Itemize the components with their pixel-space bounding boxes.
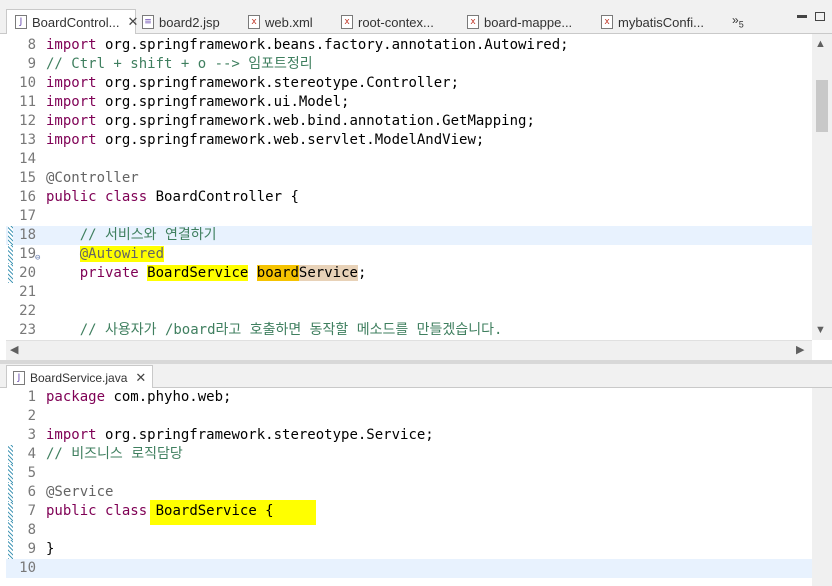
scroll-down-icon[interactable]: ▼ [815,324,826,336]
code-line: 5 [6,464,812,483]
tab-boardcontroller[interactable]: J BoardControl... ✕ [6,9,138,34]
tab-label: board-mappe... [484,14,573,30]
code-line: 8 [6,521,812,540]
tab-root-context[interactable]: x root-contex... [341,10,434,34]
code-line: 23 // 사용자가 /board라고 호출하면 동작할 메소드를 만들겠습니다… [19,322,503,338]
tab-label: BoardControl... [32,14,120,30]
code-line: 4// 비즈니스 로직담당 [6,445,812,464]
horizontal-scrollbar[interactable]: ◀ ▶ [6,340,812,360]
tab-label: BoardService.java [30,370,128,385]
xml-file-icon: x [601,15,613,29]
current-line: 10 [6,559,812,578]
xml-file-icon: x [248,15,260,29]
code-line: 10 import org.springframework.stereotype.… [19,75,460,91]
code-line: 3 import org.springframework.stereotype.S… [27,427,434,443]
code-line: 1 package com.phyho.web; [27,389,232,405]
current-line: 18 // 서비스와 연결하기 [6,226,812,245]
scroll-right-icon[interactable]: ▶ [796,343,804,356]
tab-label: board2.jsp [159,14,220,30]
maximize-icon[interactable] [815,12,825,21]
boardservice-editor[interactable]: 1 package com.phyho.web; 2 3 import org.sp… [6,388,812,586]
code-line: 15 @Controller [19,170,139,186]
code-line: 21 [19,284,36,300]
code-line: 14 [19,151,36,167]
tab-overflow-button[interactable]: »5 [732,13,744,29]
code-line: 19 ⊖ @Autowired [6,245,812,264]
xml-file-icon: x [467,15,479,29]
bottom-editor-tab-bar: J BoardService.java ✕ [0,364,832,389]
code-line: 22 [19,303,36,319]
code-line: 17 [19,208,36,224]
code-line: 8 import org.springframework.beans.factor… [27,37,569,53]
scroll-up-icon[interactable]: ▲ [815,38,826,50]
tab-web-xml[interactable]: x web.xml [248,10,313,34]
java-file-icon: J [13,370,25,385]
scroll-thumb[interactable] [816,80,828,132]
xml-file-icon: x [341,15,353,29]
code-line: 20 private BoardService boardService; [6,264,812,283]
overflow-count: 5 [738,19,744,30]
code-line: 12 import org.springframework.web.bind.an… [19,113,535,129]
minimize-icon[interactable] [797,15,807,18]
tab-board-mapper[interactable]: x board-mappe... [467,10,572,34]
java-file-icon: J [15,15,27,29]
code-line: 9// Ctrl + shift + o --> 임포트정리 [27,56,313,72]
jsp-file-icon: ≡ [142,15,154,29]
tab-mybatis-config[interactable]: x mybatisConfi... [601,10,704,34]
scroll-left-icon[interactable]: ◀ [10,343,18,356]
code-line: 9} [6,540,812,559]
close-icon[interactable]: ✕ [127,14,138,30]
double-chevron-icon: » [732,13,739,27]
code-line: 7 public class BoardService { [6,500,812,525]
tab-label: web.xml [265,14,313,30]
editor-tab-bar: J BoardControl... ✕ ≡ board2.jsp x web.x… [0,0,832,34]
vertical-scrollbar[interactable]: ▲ ▼ [812,34,832,340]
code-line: 2 [27,408,36,424]
boardcontroller-editor[interactable]: 8 import org.springframework.beans.factor… [6,34,812,340]
tab-board2-jsp[interactable]: ≡ board2.jsp [142,10,220,34]
tab-label: mybatisConfi... [618,14,704,30]
code-line: 16 public class BoardController { [19,189,299,205]
code-line: 6 @Service [6,483,812,502]
tab-label: root-contex... [358,14,434,30]
code-line: 13 import org.springframework.web.servlet… [19,132,485,148]
vertical-scrollbar-bottom[interactable] [812,388,832,586]
tab-boardservice[interactable]: J BoardService.java ✕ [6,365,154,389]
code-line: 11 import org.springframework.ui.Model; [19,94,350,110]
close-icon[interactable]: ✕ [135,370,146,386]
